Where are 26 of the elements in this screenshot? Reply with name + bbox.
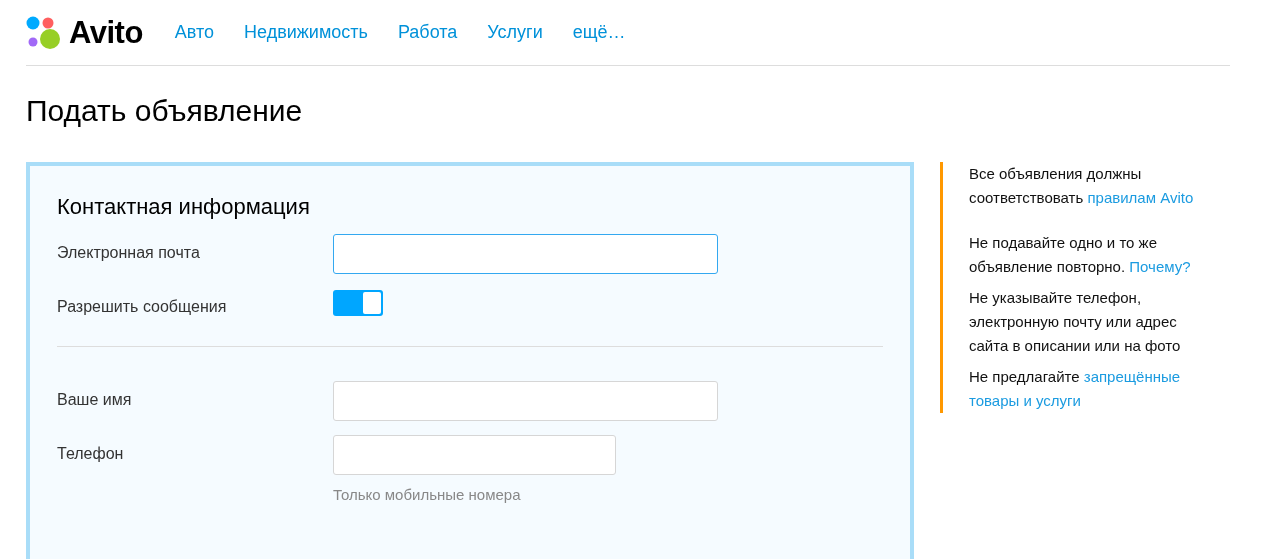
field-label: Телефон (57, 444, 125, 463)
nav-link[interactable]: Работа (397, 22, 458, 43)
tip-text: Не подавайте одно и то же объявление повторно. Почему? (969, 233, 1192, 277)
nav-link[interactable]: ещё… (572, 22, 626, 43)
tip-link[interactable]: Почему? (1129, 258, 1191, 275)
logo-text[interactable]: Avito (69, 14, 143, 51)
section-title: Контактная информация (57, 194, 311, 220)
input-field[interactable] (333, 435, 616, 475)
nav-link[interactable]: Услуги (487, 22, 543, 43)
input-field[interactable] (333, 381, 718, 421)
tip-text: Не предлагайте запрещённые товары и услуги (969, 367, 1182, 411)
field-label: Ваше имя (57, 390, 133, 409)
field-hint: Только мобильные номера (333, 486, 522, 503)
nav-link[interactable]: Авто (174, 22, 215, 43)
logo-dots-icon (26, 15, 63, 50)
tip-link[interactable]: товары и услуги (969, 392, 1081, 409)
field-label: Электронная почта (57, 243, 201, 262)
input-field[interactable] (333, 234, 718, 274)
nav-link[interactable]: Недвижимость (244, 22, 368, 43)
tip-link[interactable]: правилам Avito (1087, 189, 1194, 206)
tip-link[interactable]: запрещённые (1083, 368, 1181, 385)
field-label: Разрешить сообщения (57, 297, 228, 316)
page-title: Подать объявление (26, 94, 304, 128)
tip-text: Все объявления должны соответствовать правилам Avito (969, 164, 1195, 208)
tip-text: Не указывайте телефон, электронную почту или адрес сайта в описании или на фото (969, 288, 1182, 356)
toggle-switch[interactable] (333, 290, 383, 316)
